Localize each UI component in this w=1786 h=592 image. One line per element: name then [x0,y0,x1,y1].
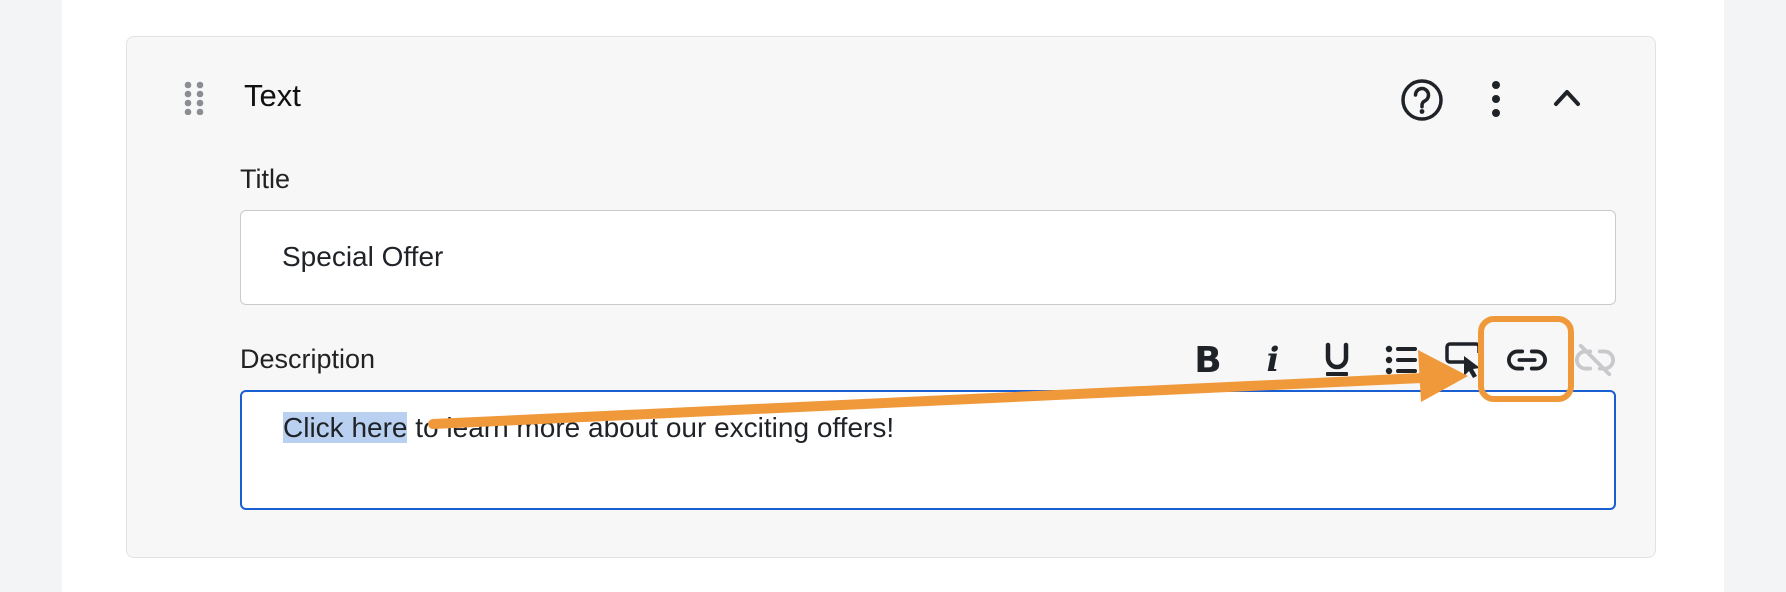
bold-button[interactable]: B [1188,340,1228,381]
more-vertical-icon[interactable] [1484,78,1508,122]
description-field-label: Description [240,344,376,374]
unlink-icon [1575,340,1615,380]
description-editor[interactable]: Click here to learn more about our excit… [240,390,1616,510]
title-field-label: Title [240,164,291,194]
underline-icon[interactable] [1317,340,1357,380]
description-text: to learn more about our exciting offers! [407,412,895,443]
title-input[interactable]: Special Offer [240,210,1616,305]
chevron-up-icon[interactable] [1551,82,1583,114]
help-icon[interactable] [1400,78,1444,122]
bulleted-list-icon[interactable] [1382,340,1422,380]
drag-handle-icon[interactable] [183,81,205,115]
italic-button[interactable]: i [1253,340,1293,380]
block-title: Text [244,78,301,113]
selected-text: Click here [283,412,408,443]
link-icon[interactable] [1507,340,1547,380]
cursor-select-icon[interactable] [1444,340,1484,380]
